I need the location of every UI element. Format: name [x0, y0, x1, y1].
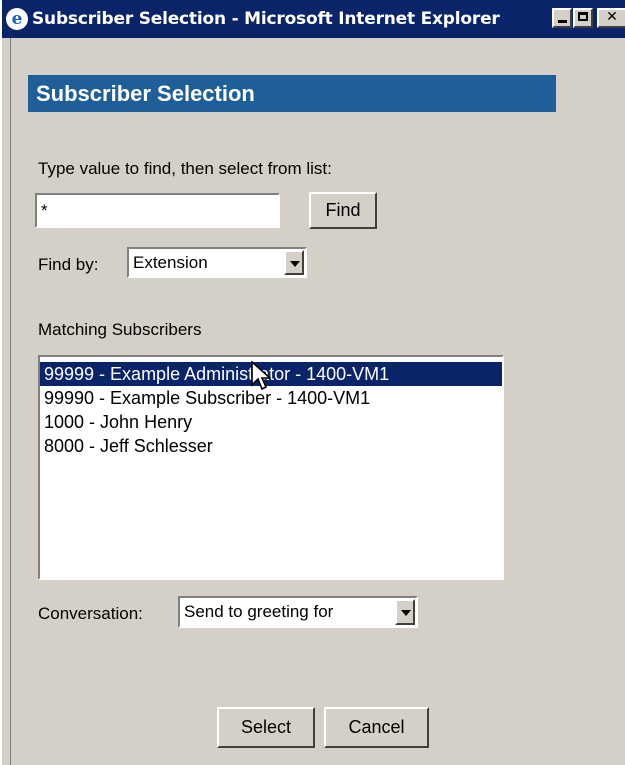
list-item[interactable]: 99999 - Example Administrator - 1400-VM1	[40, 362, 502, 386]
find-by-label: Find by:	[38, 255, 99, 274]
list-item[interactable]: 99990 - Example Subscriber - 1400-VM1	[40, 386, 502, 410]
window-title: Subscriber Selection - Microsoft Interne…	[32, 9, 500, 29]
find-button[interactable]: Find	[309, 192, 377, 229]
select-button[interactable]: Select	[217, 707, 315, 748]
page-title: Subscriber Selection	[36, 81, 255, 106]
cancel-button[interactable]: Cancel	[324, 707, 429, 748]
find-by-selected-value: Extension	[133, 253, 208, 272]
find-prompt-label: Type value to find, then select from lis…	[38, 159, 332, 178]
title-bar[interactable]: e Subscriber Selection - Microsoft Inter…	[2, 0, 625, 38]
conversation-label: Conversation:	[38, 604, 143, 623]
minimize-icon	[557, 20, 567, 23]
matching-subscribers-list[interactable]: 99999 - Example Administrator - 1400-VM1…	[38, 355, 504, 580]
chevron-down-icon[interactable]	[284, 250, 304, 275]
minimize-button[interactable]	[552, 8, 572, 28]
chevron-down-icon[interactable]	[395, 599, 415, 625]
mouse-cursor-icon	[251, 361, 271, 391]
list-item[interactable]: 1000 - John Henry	[40, 410, 502, 434]
internet-explorer-icon: e	[6, 8, 28, 30]
conversation-selected-value: Send to greeting for	[184, 602, 334, 621]
browser-window: e Subscriber Selection - Microsoft Inter…	[0, 0, 625, 765]
window-frame-left	[2, 38, 11, 765]
find-value-input[interactable]	[35, 193, 280, 228]
list-item[interactable]: 8000 - Jeff Schlesser	[40, 434, 502, 458]
matching-subscribers-label: Matching Subscribers	[38, 320, 202, 339]
page-header: Subscriber Selection	[28, 75, 556, 112]
maximize-button[interactable]	[573, 8, 593, 28]
find-by-select[interactable]: Extension	[127, 247, 307, 278]
conversation-select[interactable]: Send to greeting for	[178, 596, 418, 628]
close-icon: ✕	[606, 9, 618, 25]
maximize-icon	[578, 12, 588, 21]
close-button[interactable]: ✕	[597, 8, 625, 28]
